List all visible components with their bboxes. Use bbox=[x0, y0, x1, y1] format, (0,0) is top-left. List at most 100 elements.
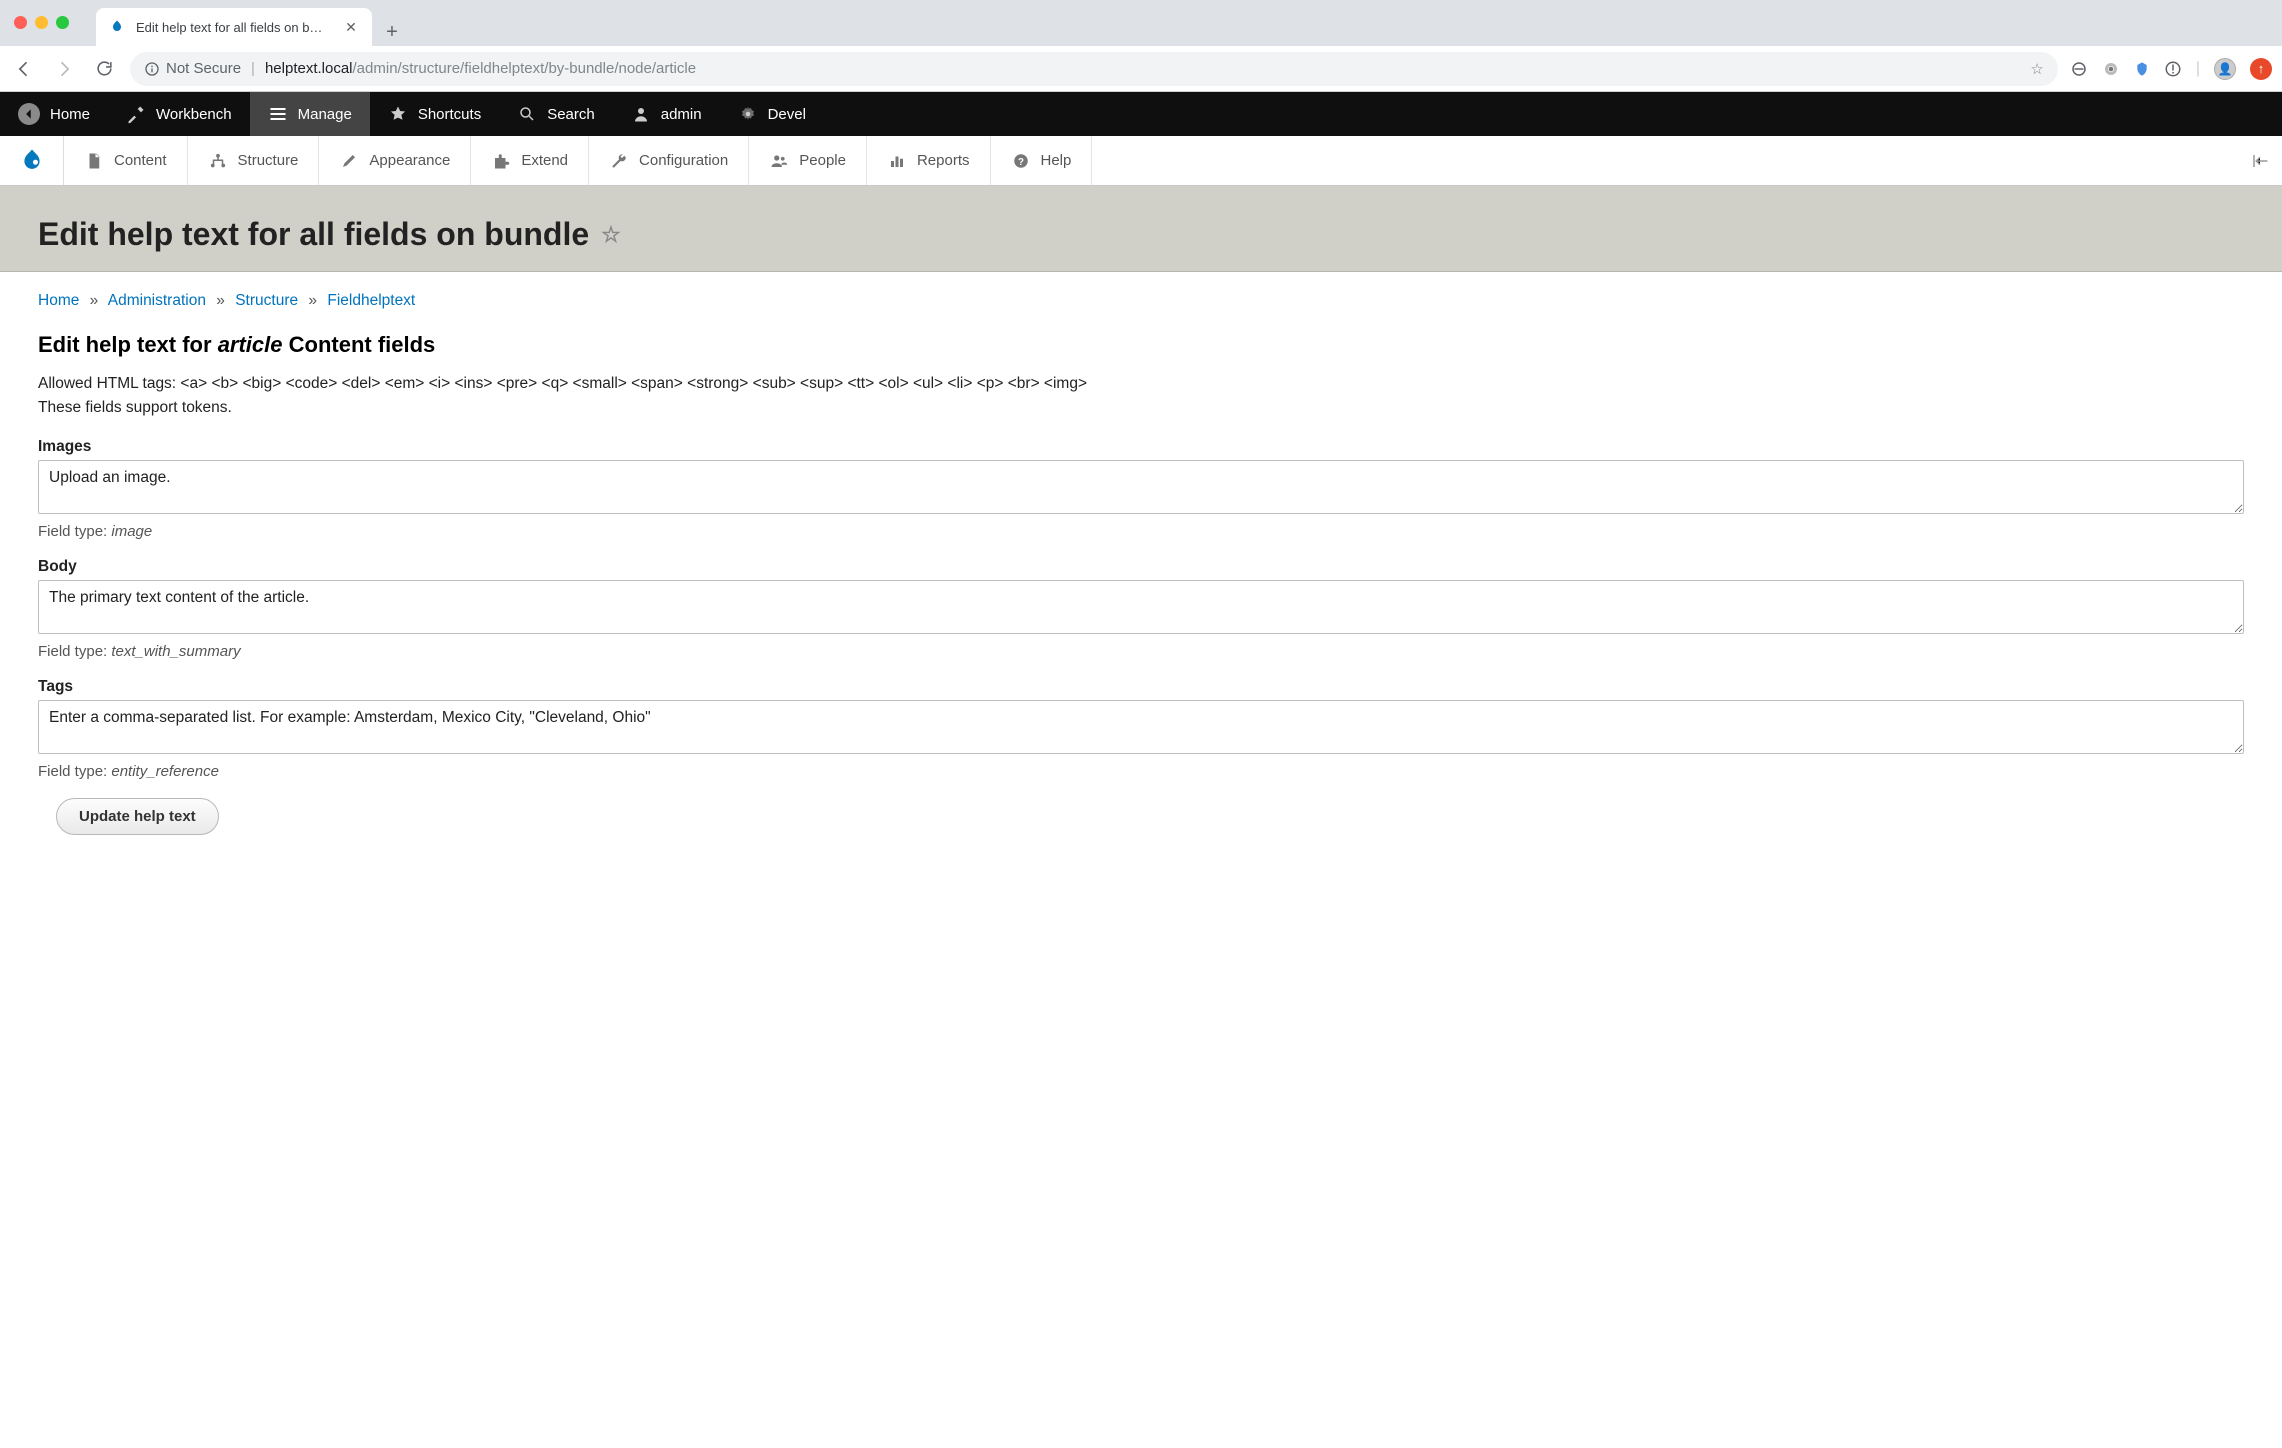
breadcrumb-fieldhelptext[interactable]: Fieldhelptext bbox=[327, 292, 415, 309]
user-icon bbox=[631, 104, 651, 124]
bar-chart-icon bbox=[887, 151, 907, 171]
field-body: Body Field type: text_with_summary bbox=[38, 558, 2244, 660]
toolbar-shortcuts[interactable]: Shortcuts bbox=[370, 92, 499, 136]
hierarchy-icon bbox=[208, 151, 228, 171]
extension-icon[interactable] bbox=[2164, 60, 2182, 78]
reload-button[interactable] bbox=[90, 55, 118, 83]
tab-bar: Edit help text for all fields on b… ✕ + bbox=[0, 0, 2282, 46]
people-icon bbox=[769, 151, 789, 171]
subtitle: Edit help text for article Content field… bbox=[38, 332, 2244, 358]
admin-configuration[interactable]: Configuration bbox=[589, 136, 749, 185]
admin-extend[interactable]: Extend bbox=[471, 136, 589, 185]
admin-content[interactable]: Content bbox=[64, 136, 188, 185]
address-bar[interactable]: Not Secure | helptext.local/admin/struct… bbox=[130, 52, 2058, 86]
admin-people[interactable]: People bbox=[749, 136, 867, 185]
field-images-type: Field type: image bbox=[38, 523, 2244, 540]
back-button[interactable] bbox=[10, 55, 38, 83]
content-region: Home » Administration » Structure » Fiel… bbox=[0, 272, 2282, 875]
extension-icon[interactable] bbox=[2070, 60, 2088, 78]
back-circle-icon bbox=[18, 103, 40, 125]
browser-tab-active[interactable]: Edit help text for all fields on b… ✕ bbox=[96, 8, 372, 46]
field-images: Images Field type: image bbox=[38, 438, 2244, 540]
admin-reports-label: Reports bbox=[917, 152, 970, 169]
info-icon bbox=[144, 61, 160, 77]
extension-icons: | 👤 ↑ bbox=[2070, 58, 2272, 80]
admin-configuration-label: Configuration bbox=[639, 152, 728, 169]
security-indicator[interactable]: Not Secure bbox=[144, 60, 241, 77]
toolbar-user[interactable]: admin bbox=[613, 92, 720, 136]
profile-avatar[interactable]: 👤 bbox=[2214, 58, 2236, 80]
breadcrumb: Home » Administration » Structure » Fiel… bbox=[38, 292, 2244, 310]
extension-icon[interactable] bbox=[2102, 60, 2120, 78]
window-controls bbox=[14, 16, 69, 29]
drupal-logo-icon[interactable] bbox=[0, 136, 64, 185]
toolbar-manage[interactable]: Manage bbox=[250, 92, 370, 136]
forward-button[interactable] bbox=[50, 55, 78, 83]
form-actions: Update help text bbox=[38, 798, 2244, 835]
admin-appearance-label: Appearance bbox=[369, 152, 450, 169]
gear-icon bbox=[738, 104, 758, 124]
bookmark-star-icon[interactable]: ☆ bbox=[2030, 60, 2043, 78]
field-tags-textarea[interactable] bbox=[38, 700, 2244, 754]
search-icon bbox=[517, 104, 537, 124]
admin-structure[interactable]: Structure bbox=[188, 136, 320, 185]
star-icon bbox=[388, 104, 408, 124]
page-title: Edit help text for all fields on bundle … bbox=[38, 216, 2244, 253]
admin-help[interactable]: ? Help bbox=[991, 136, 1093, 185]
security-label: Not Secure bbox=[166, 60, 241, 77]
field-images-label: Images bbox=[38, 438, 2244, 456]
tab-strip: Edit help text for all fields on b… ✕ + bbox=[96, 8, 406, 46]
minimize-window-button[interactable] bbox=[35, 16, 48, 29]
admin-help-label: Help bbox=[1041, 152, 1072, 169]
close-window-button[interactable] bbox=[14, 16, 27, 29]
toolbar-workbench[interactable]: Workbench bbox=[108, 92, 250, 136]
admin-content-label: Content bbox=[114, 152, 167, 169]
svg-text:?: ? bbox=[1018, 156, 1024, 167]
toolbar-home[interactable]: Home bbox=[0, 92, 108, 136]
url-text: helptext.local/admin/structure/fieldhelp… bbox=[265, 60, 696, 77]
field-tags: Tags Field type: entity_reference bbox=[38, 678, 2244, 780]
toolbar-manage-label: Manage bbox=[298, 106, 352, 123]
field-tags-type: Field type: entity_reference bbox=[38, 763, 2244, 780]
extension-icon[interactable] bbox=[2134, 60, 2150, 78]
breadcrumb-administration[interactable]: Administration bbox=[108, 292, 206, 309]
admin-reports[interactable]: Reports bbox=[867, 136, 991, 185]
toolbar-devel[interactable]: Devel bbox=[720, 92, 824, 136]
help-icon: ? bbox=[1011, 151, 1031, 171]
admin-people-label: People bbox=[799, 152, 846, 169]
toolbar-shortcuts-label: Shortcuts bbox=[418, 106, 481, 123]
update-badge-icon[interactable]: ↑ bbox=[2250, 58, 2272, 80]
shortcut-star-icon[interactable]: ☆ bbox=[601, 222, 621, 248]
paintbrush-icon bbox=[339, 151, 359, 171]
field-body-type: Field type: text_with_summary bbox=[38, 643, 2244, 660]
browser-toolbar: Not Secure | helptext.local/admin/struct… bbox=[0, 46, 2282, 92]
toolbar-search-label: Search bbox=[547, 106, 595, 123]
document-icon bbox=[84, 151, 104, 171]
tools-icon bbox=[126, 104, 146, 124]
admin-appearance[interactable]: Appearance bbox=[319, 136, 471, 185]
drupal-favicon-icon bbox=[108, 18, 126, 36]
puzzle-icon bbox=[491, 151, 511, 171]
toolbar-home-label: Home bbox=[50, 106, 90, 123]
field-images-textarea[interactable] bbox=[38, 460, 2244, 514]
hamburger-icon bbox=[268, 104, 288, 124]
page-header-region: Edit help text for all fields on bundle … bbox=[0, 186, 2282, 272]
maximize-window-button[interactable] bbox=[56, 16, 69, 29]
toolbar-user-label: admin bbox=[661, 106, 702, 123]
field-body-textarea[interactable] bbox=[38, 580, 2244, 634]
wrench-icon bbox=[609, 151, 629, 171]
update-help-text-button[interactable]: Update help text bbox=[56, 798, 219, 835]
drupal-toolbar: Home Workbench Manage Shortcuts Search a… bbox=[0, 92, 2282, 136]
toolbar-workbench-label: Workbench bbox=[156, 106, 232, 123]
tray-orientation-toggle[interactable] bbox=[2238, 136, 2282, 185]
browser-chrome: Edit help text for all fields on b… ✕ + … bbox=[0, 0, 2282, 92]
close-tab-icon[interactable]: ✕ bbox=[342, 19, 360, 36]
field-tags-label: Tags bbox=[38, 678, 2244, 696]
field-body-label: Body bbox=[38, 558, 2244, 576]
tab-title: Edit help text for all fields on b… bbox=[136, 20, 332, 35]
new-tab-button[interactable]: + bbox=[378, 18, 406, 46]
admin-extend-label: Extend bbox=[521, 152, 568, 169]
breadcrumb-structure[interactable]: Structure bbox=[235, 292, 298, 309]
breadcrumb-home[interactable]: Home bbox=[38, 292, 79, 309]
toolbar-search[interactable]: Search bbox=[499, 92, 613, 136]
